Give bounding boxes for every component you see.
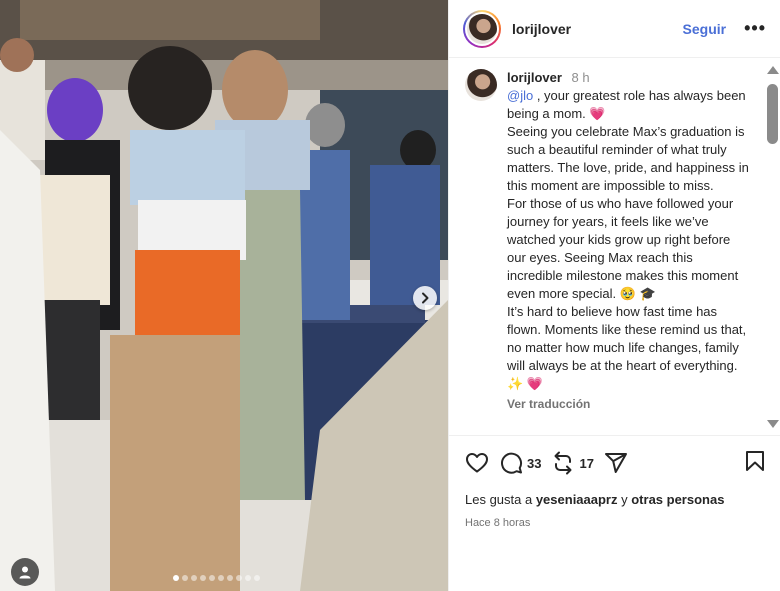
save-button[interactable] [743, 449, 767, 478]
likes-others-link[interactable]: otras personas [631, 492, 724, 507]
repost-button[interactable]: 17 [551, 451, 594, 475]
caption-emoji-4: ✨ 💗 [507, 376, 543, 391]
next-photo-button[interactable] [413, 286, 437, 310]
avatar[interactable] [463, 9, 501, 48]
post-username[interactable]: lorijlover [512, 21, 571, 37]
post-timestamp[interactable]: Hace 8 horas [465, 517, 765, 529]
likes-middle: y [617, 492, 632, 507]
caption-emoji-3: 🥹 🎓 [619, 286, 656, 301]
caption-time: 8 h [571, 70, 590, 85]
mention-link[interactable]: @jlo [507, 88, 533, 103]
caption-avatar[interactable] [465, 69, 497, 101]
share-icon [604, 453, 627, 473]
carousel-dot [182, 575, 188, 581]
action-bar: 33 17 Les gusta a yeseniaaaprz y otras p… [449, 435, 780, 529]
carousel-dot [200, 575, 206, 581]
caption-paragraph-4: It’s hard to believe how fast time has f… [507, 304, 747, 373]
carousel-dot [173, 575, 179, 581]
tagged-users-button[interactable] [11, 558, 39, 586]
comment-count: 33 [527, 455, 542, 471]
scroll-down-arrow[interactable] [767, 420, 779, 428]
like-button[interactable] [465, 451, 489, 475]
carousel-dot [209, 575, 215, 581]
comment-button[interactable]: 33 [499, 451, 541, 475]
carousel-dot [227, 575, 233, 581]
see-translation-link[interactable]: Ver traducción [507, 395, 751, 413]
user-icon [19, 566, 31, 579]
comment-icon [501, 452, 523, 474]
likes-summary: Les gusta a yeseniaaaprz y otras persona… [465, 492, 765, 507]
carousel-dot [245, 575, 251, 581]
share-button[interactable] [604, 451, 628, 475]
post-header: lorijlover Seguir ••• [449, 0, 780, 58]
heart-icon [466, 453, 488, 473]
carousel-indicator [173, 575, 260, 581]
heart-emoji: 💗 [589, 106, 606, 121]
repost-count: 17 [579, 455, 594, 471]
chevron-right-icon [422, 292, 429, 304]
caption-username[interactable]: lorijlover [507, 70, 562, 85]
caption-text: @jlo , your greatest role has always bee… [507, 87, 751, 393]
more-options-button[interactable]: ••• [744, 18, 766, 39]
likes-prefix: Les gusta a [465, 492, 536, 507]
follow-button[interactable]: Seguir [683, 21, 727, 37]
scroll-thumb[interactable] [767, 84, 778, 144]
caption: lorijlover 8 h @jlo , your greatest role… [449, 59, 780, 413]
likes-user-link[interactable]: yeseniaaaprz [536, 492, 618, 507]
post-photo[interactable] [0, 0, 448, 591]
caption-paragraph-2: Seeing you celebrate Max’s graduation is… [507, 124, 749, 193]
caption-line-1: , your greatest role has always been bei… [507, 88, 746, 121]
comments-section[interactable]: lorijlover 8 h @jlo , your greatest role… [449, 59, 780, 435]
post-side-panel: lorijlover Seguir ••• lorijlover 8 h @jl… [448, 0, 780, 591]
post-image [0, 0, 448, 591]
carousel-dot [191, 575, 197, 581]
carousel-dot [236, 575, 242, 581]
bookmark-icon [746, 450, 764, 471]
comments-scrollbar[interactable] [764, 64, 780, 434]
carousel-dot [254, 575, 260, 581]
scroll-up-arrow[interactable] [767, 66, 779, 74]
repost-icon [554, 451, 572, 475]
carousel-dot [218, 575, 224, 581]
